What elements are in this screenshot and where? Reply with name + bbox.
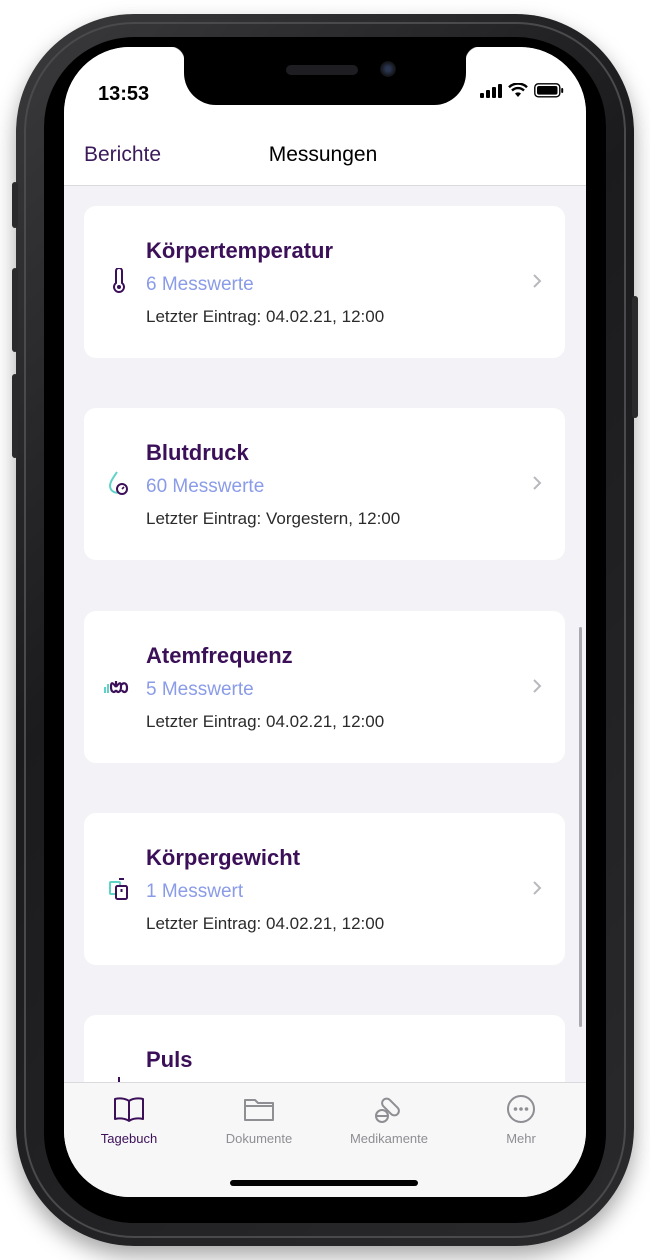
signal-icon: [480, 83, 502, 98]
battery-icon: [534, 83, 564, 98]
measurement-card-koerpertemperatur[interactable]: Körpertemperatur 6 Messwerte Letzter Ein…: [84, 206, 565, 358]
measurement-last-entry: Letzter Eintrag: 04.02.21, 12:00: [146, 307, 385, 326]
chevron-right-icon: [533, 274, 542, 288]
book-icon: [114, 1097, 144, 1122]
pulse-icon: [118, 1077, 120, 1082]
tab-mehr[interactable]: Mehr: [456, 1093, 586, 1146]
measurement-title: Atemfrequenz: [146, 643, 293, 668]
pills-icon: [375, 1097, 400, 1123]
tab-label: Mehr: [506, 1131, 536, 1146]
navigation-bar: Berichte Messungen: [64, 137, 586, 186]
tab-label: Dokumente: [225, 1131, 293, 1146]
measurement-card-atemfrequenz[interactable]: Atemfrequenz 5 Messwerte Letzter Eintrag…: [84, 611, 565, 763]
tab-dokumente[interactable]: Dokumente: [194, 1093, 324, 1146]
home-indicator[interactable]: [230, 1180, 418, 1186]
measurement-last-entry: Letzter Eintrag: Vorgestern, 12:00: [146, 509, 401, 528]
speaker: [286, 65, 358, 75]
status-icons: [480, 83, 564, 98]
tab-medikamente[interactable]: Medikamente: [324, 1093, 454, 1146]
measurement-count: 1 Messwert: [146, 881, 244, 902]
measurement-count: 5 Messwerte: [146, 679, 254, 700]
screen: 13:53 Berichte Messungen Körpertemperatu…: [64, 47, 586, 1197]
chevron-right-icon: [533, 679, 542, 693]
scale-icon: [109, 878, 128, 900]
thermometer-icon: [113, 268, 125, 293]
measurement-last-entry: Letzter Eintrag: 04.02.21, 12:00: [146, 712, 385, 731]
status-time: 13:53: [98, 83, 150, 105]
lungs-icon: [104, 681, 129, 694]
measurement-title: Puls: [146, 1047, 193, 1072]
tab-label: Medikamente: [349, 1131, 429, 1146]
notch: [170, 47, 480, 105]
folder-icon: [244, 1099, 274, 1121]
wifi-icon: [508, 83, 528, 97]
measurement-title: Blutdruck: [146, 440, 249, 465]
measurement-last-entry: Letzter Eintrag: 04.02.21, 12:00: [146, 914, 385, 933]
measurement-title: Körpertemperatur: [146, 238, 334, 263]
page-title: Messungen: [268, 143, 378, 166]
chevron-right-icon: [533, 476, 542, 490]
measurement-count: 60 Messwerte: [146, 476, 265, 497]
measurement-card-koerpergewicht[interactable]: Körpergewicht 1 Messwert Letzter Eintrag…: [84, 813, 565, 965]
measurement-card-puls[interactable]: Puls: [84, 1015, 565, 1082]
measurement-title: Körpergewicht: [146, 845, 301, 870]
more-icon: [507, 1095, 535, 1123]
measurement-count: 6 Messwerte: [146, 274, 254, 295]
blood-drop-gauge-icon: [108, 471, 128, 495]
measurement-card-blutdruck[interactable]: Blutdruck 60 Messwerte Letzter Eintrag: …: [84, 408, 565, 560]
tab-label: Tagebuch: [100, 1131, 158, 1146]
chevron-right-icon: [533, 881, 542, 895]
tab-tagebuch[interactable]: Tagebuch: [64, 1093, 194, 1146]
camera: [380, 61, 396, 77]
scrollbar[interactable]: [579, 627, 582, 1027]
measurement-list[interactable]: Körpertemperatur 6 Messwerte Letzter Ein…: [64, 186, 586, 1082]
